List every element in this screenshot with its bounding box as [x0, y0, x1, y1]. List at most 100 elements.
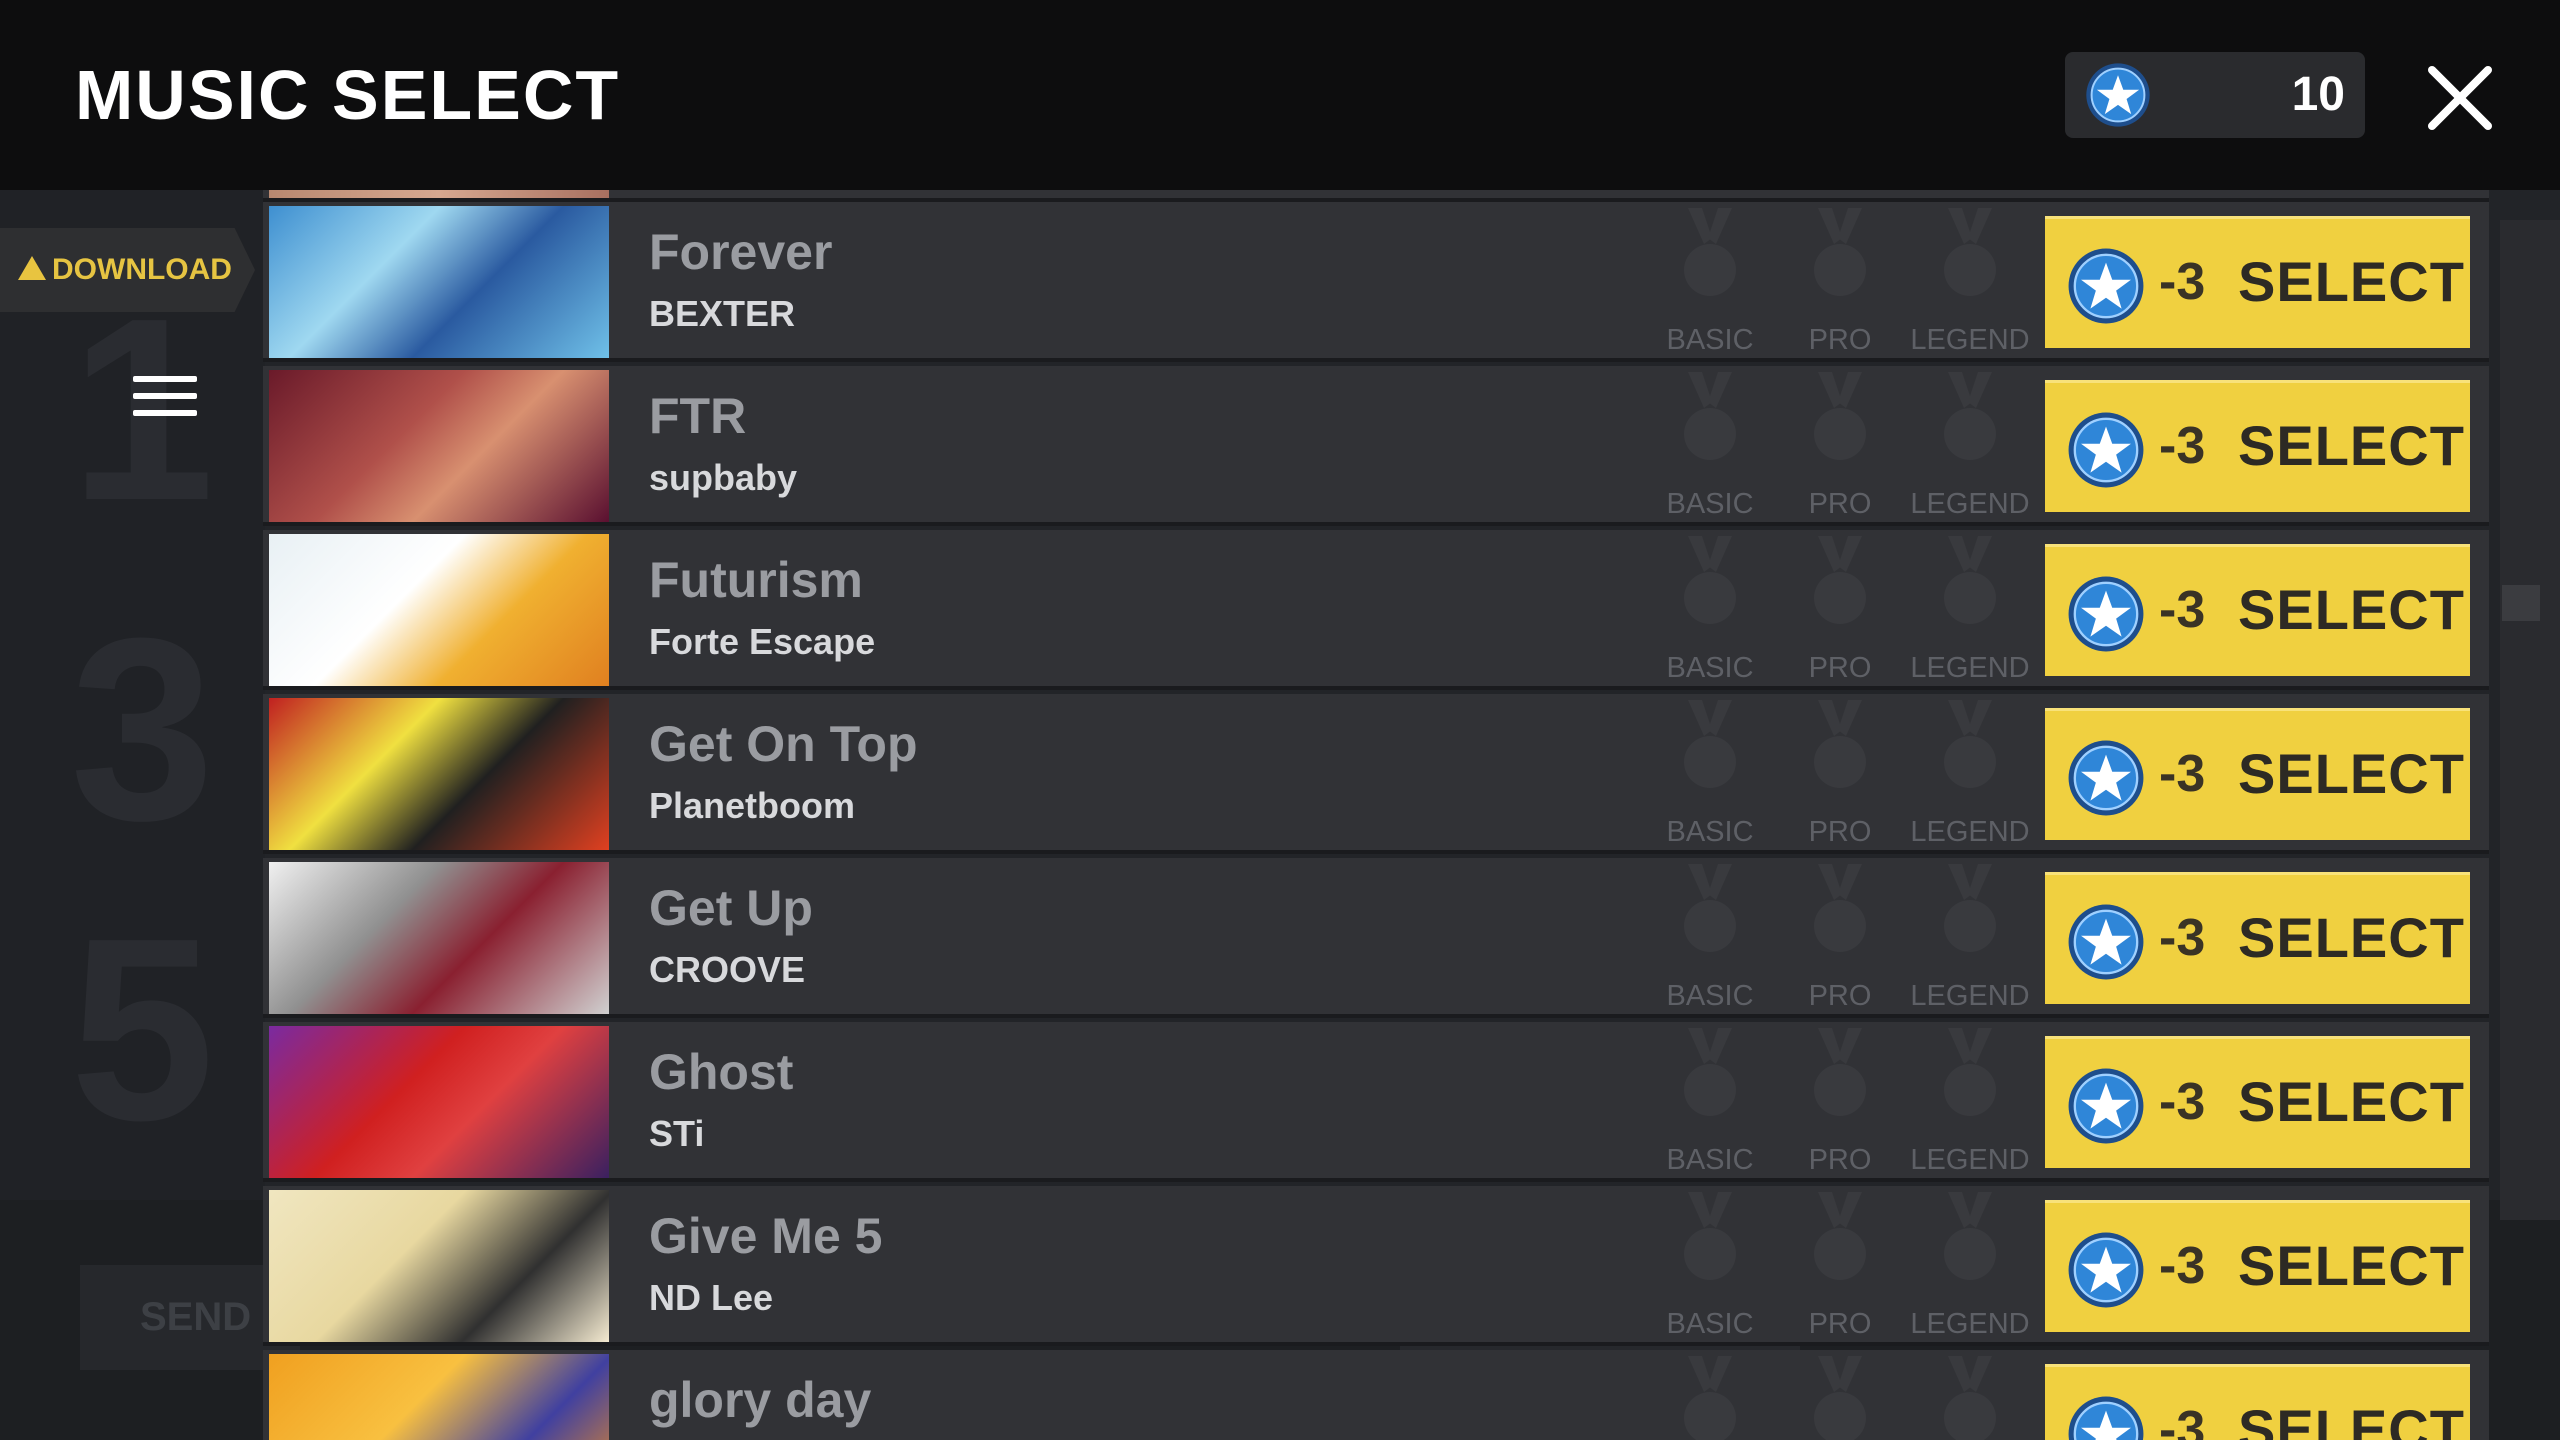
star-coin-icon [2068, 412, 2144, 488]
medal-legend: LEGEND [1910, 700, 2030, 850]
medal-icon [1684, 700, 1736, 788]
medal-label: BASIC [1666, 488, 1754, 520]
medal-icon [1814, 536, 1866, 624]
medal-basic: BASIC [1650, 372, 1770, 522]
song-jacket-image [269, 206, 609, 358]
medal-label: LEGEND [1910, 816, 2030, 848]
song-jacket-image [269, 370, 609, 522]
medal-icon [1944, 372, 1996, 460]
select-label: SELECT [2238, 742, 2465, 805]
menu-button[interactable] [133, 376, 197, 420]
medal-legend: LEGEND [1910, 208, 2030, 358]
medal-icon [1814, 864, 1866, 952]
medal-icon [1814, 208, 1866, 296]
star-coin-icon [2068, 904, 2144, 980]
select-button[interactable]: -3 SELECT [2045, 1364, 2470, 1440]
select-button[interactable]: -3 SELECT [2045, 216, 2470, 348]
coin-cost: -3 [2159, 745, 2206, 803]
select-button[interactable]: -3 SELECT [2045, 1036, 2470, 1168]
star-coin-icon [2068, 576, 2144, 652]
medal-label: PRO [1808, 980, 1872, 1012]
song-row[interactable]: Forever BEXTER BASIC PRO LEGEND -3 SELECT [263, 202, 2489, 362]
select-button[interactable]: -3 SELECT [2045, 380, 2470, 512]
select-button[interactable]: -3 SELECT [2045, 1200, 2470, 1332]
select-label: SELECT [2238, 578, 2465, 641]
medal-icon [1814, 1192, 1866, 1280]
coin-cost: -3 [2159, 417, 2206, 475]
medal-pro: PRO [1780, 1356, 1900, 1440]
coin-cost: -3 [2159, 1237, 2206, 1295]
star-coin-icon [2086, 63, 2150, 127]
song-artist: STi [649, 1113, 705, 1154]
medal-icon [1684, 208, 1736, 296]
coin-cost: -3 [2159, 253, 2206, 311]
coin-balance: 10 [2065, 52, 2365, 138]
star-coin-icon [2068, 1396, 2144, 1440]
medal-label: LEGEND [1910, 324, 2030, 356]
medal-icon [1814, 372, 1866, 460]
song-list[interactable]: Forever BEXTER BASIC PRO LEGEND -3 SELECT FTR su… [263, 190, 2489, 1440]
song-artist: BEXTER [649, 293, 796, 334]
medal-pro: PRO [1780, 536, 1900, 686]
medal-icon [1944, 700, 1996, 788]
song-title: FTR [649, 388, 747, 444]
medal-label: PRO [1808, 652, 1872, 684]
select-label: SELECT [2238, 250, 2465, 313]
medal-icon [1944, 208, 1996, 296]
song-row[interactable]: glory day BASICPROLEGEND -3 SELECT [263, 1350, 2489, 1440]
medal-icon [1814, 1028, 1866, 1116]
song-title: glory day [649, 1372, 872, 1428]
medal-icon [1684, 1356, 1736, 1440]
medal-pro: PRO [1780, 864, 1900, 1014]
medal-label: LEGEND [1910, 1308, 2030, 1340]
medal-basic: BASIC [1650, 864, 1770, 1014]
close-button[interactable] [2420, 58, 2500, 138]
background-number: 5 [70, 885, 215, 1175]
medal-icon [1684, 1028, 1736, 1116]
medal-label: BASIC [1666, 816, 1754, 848]
medal-basic: BASIC [1650, 1192, 1770, 1342]
medal-icon [1684, 864, 1736, 952]
song-row[interactable]: Give Me 5 ND Lee BASIC PRO LEGEND -3 SELECT [263, 1186, 2489, 1346]
song-artist: CROOVE [649, 949, 806, 990]
select-button[interactable]: -3 SELECT [2045, 544, 2470, 676]
select-label: SELECT [2238, 414, 2465, 477]
medal-label: BASIC [1666, 1308, 1754, 1340]
song-title: Get Up [649, 880, 813, 936]
song-artist: ND Lee [649, 1277, 774, 1318]
song-jacket-image [269, 534, 609, 686]
hamburger-menu-icon [133, 376, 197, 382]
song-row[interactable]: Get Up CROOVE BASIC PRO LEGEND -3 SELECT [263, 858, 2489, 1018]
close-icon [2428, 66, 2492, 130]
medal-legend: LEGEND [1910, 864, 2030, 1014]
song-row[interactable]: Ghost STi BASIC PRO LEGEND -3 SELECT [263, 1022, 2489, 1182]
download-tab[interactable]: DOWNLOAD [0, 228, 255, 312]
medal-basic: BASIC [1650, 1356, 1770, 1440]
song-title: Futurism [649, 552, 863, 608]
song-row[interactable]: FTR supbaby BASIC PRO LEGEND -3 SELECT [263, 366, 2489, 526]
medal-label: LEGEND [1910, 652, 2030, 684]
song-jacket-image [269, 1026, 609, 1178]
medal-icon [1944, 1192, 1996, 1280]
song-artist: Forte Escape [649, 621, 876, 662]
song-jacket-image [269, 698, 609, 850]
song-artist: supbaby [649, 457, 798, 498]
select-button[interactable]: -3 SELECT [2045, 872, 2470, 1004]
coin-cost: -3 [2159, 581, 2206, 639]
select-button[interactable]: -3 SELECT [2045, 708, 2470, 840]
song-row[interactable]: Futurism Forte Escape BASIC PRO LEGEND -3 SELE… [263, 530, 2489, 690]
coin-count: 10 [2291, 68, 2345, 121]
medal-label: BASIC [1666, 324, 1754, 356]
previous-row-edge [263, 190, 2489, 202]
medal-icon [1684, 1192, 1736, 1280]
song-row[interactable]: Get On Top Planetboom BASIC PRO LEGEND -3 SELE… [263, 694, 2489, 854]
medal-label: PRO [1808, 324, 1872, 356]
medal-pro: PRO [1780, 372, 1900, 522]
medal-label: BASIC [1666, 980, 1754, 1012]
song-title: Give Me 5 [649, 1208, 883, 1264]
select-label: SELECT [2238, 1398, 2465, 1440]
medal-label: BASIC [1666, 1144, 1754, 1176]
medal-icon [1944, 864, 1996, 952]
medal-basic: BASIC [1650, 208, 1770, 358]
medal-icon [1944, 536, 1996, 624]
